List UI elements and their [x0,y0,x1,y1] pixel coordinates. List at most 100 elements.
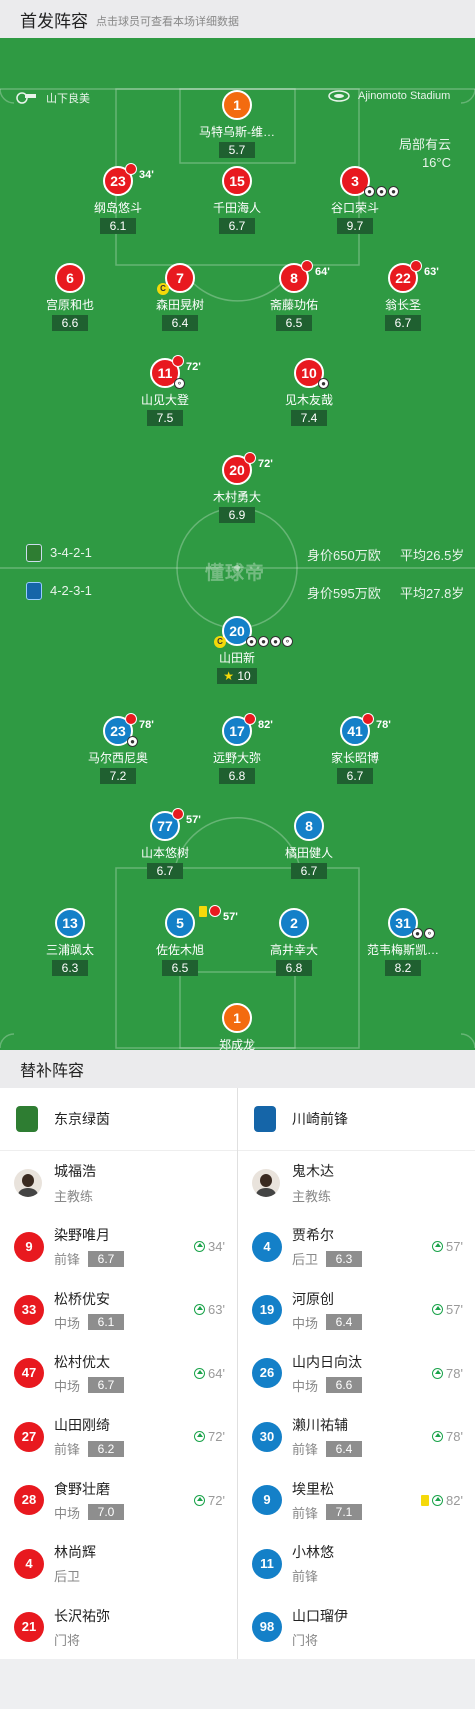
player-home[interactable]: 8 64' 斋藤功佑 6.5 [239,260,349,332]
goal-icon: ● [127,736,138,747]
sub-off-icon [172,808,184,820]
sub-player-rating: 6.4 [326,1314,363,1331]
sub-player-position: 中场 [54,1505,81,1521]
subs-header: 替补阵容 [0,1050,475,1088]
assist-icon: ⚬ [424,928,435,939]
player-home[interactable]: 10 ● 见木友哉 7.4 [254,358,364,427]
player-away[interactable]: 13 三浦飒太 6.3 [15,908,125,977]
rating-wrap: 5.7 [182,140,292,159]
player-away[interactable]: 2 高井幸大 6.8 [239,908,349,977]
sub-player-meta: 前锋 7.1 [292,1503,363,1522]
sub-player-row[interactable]: 11 小林悠 前锋 [238,1532,475,1595]
player-away[interactable]: 5 57' 佐佐木旭 6.5 [125,905,238,977]
sub-on: 57' [432,1302,463,1317]
player-name: 家长昭博 [330,751,379,765]
player-home[interactable]: 7 C 森田晃树 6.4 [125,263,235,332]
sub-player-row[interactable]: 98 山口瑠伊 门将 [238,1595,475,1658]
player-number-badge: 23 78' ● [103,713,154,747]
home-team-row[interactable]: 东京绿茵 [0,1088,237,1151]
player-home[interactable]: 15 千田海人 6.7 [182,166,292,235]
rating-wrap: 6.7 [182,216,292,235]
sub-player-row[interactable]: 19 河原创 中场 6.4 57' [238,1278,475,1341]
sub-player-name: 濑川祐辅 [292,1417,348,1434]
sub-off-icon [362,713,374,725]
sub-player-rating: 6.7 [88,1250,125,1267]
sub-player-row[interactable]: 47 松村优太 中场 6.7 64' [0,1342,237,1405]
player-away[interactable]: 20 C ● ● ● ⚬ 山田新 ★ 10 [182,616,293,685]
player-rating: 7.5 [147,410,183,426]
sub-player-row[interactable]: 27 山田刚绮 前锋 6.2 72' [0,1405,237,1468]
sub-player-row[interactable]: 4 贾希尔 后卫 6.3 57' [238,1215,475,1278]
referee-name: 山下良美 [46,93,90,105]
rating-wrap: 7.4 [254,408,364,427]
away-crest-icon [26,582,42,600]
away-team-row[interactable]: 川崎前锋 [238,1088,475,1151]
player-name: 斋藤功佑 [269,298,318,312]
player-home[interactable]: 20 72' 木村勇大 6.9 [182,452,292,524]
goal-icon: ● [270,636,281,647]
sub-player-position: 中场 [292,1378,319,1394]
rating-wrap: 6.6 [15,313,125,332]
sub-minute: 78' [376,719,391,731]
sub-player-rating: 6.3 [326,1250,363,1267]
sub-player-row[interactable]: 28 食野壮磨 中场 7.0 72' [0,1469,237,1532]
player-name: 佐佐木旭 [155,943,204,957]
player-number-badge: 13 [55,908,85,938]
player-away[interactable]: 1郑成龙6.0 [182,1003,292,1050]
player-rating: 6.1 [100,218,136,234]
player-number: 10 [301,365,317,381]
player-away[interactable]: 8 橘田健人 6.7 [254,811,364,880]
sub-number-badge: 11 [252,1548,282,1579]
sub-player-meta: 门将 [292,1630,348,1649]
sub-player-name: 长沢祐弥 [54,1607,110,1624]
yellow-card-icon [421,1494,430,1506]
player-events: ● [127,736,138,747]
rating-value: 7.4 [300,411,318,425]
player-away[interactable]: 17 82' 远野大弥 6.8 [182,713,292,785]
player-name: 谷口荣斗 [330,201,379,215]
sub-player-row[interactable]: 30 濑川祐辅 前锋 6.4 78' [238,1405,475,1468]
away-formation: 4-2-3-1 [50,583,92,598]
sub-player-text: 濑川祐辅 前锋 6.4 [292,1415,363,1458]
avatar [252,1169,280,1197]
player-away[interactable]: 41 78' 家长昭博 6.7 [300,713,410,785]
sub-player-meta: 门将 [54,1630,110,1649]
sub-player-text: 染野唯月 前锋 6.7 [54,1225,125,1268]
player-away[interactable]: 77 57' 山本悠树 6.7 [110,808,220,880]
sub-minute: 78' [139,719,154,731]
sub-player-row[interactable]: 9 染野唯月 前锋 6.7 34' [0,1215,237,1278]
sub-on-icon [432,1304,444,1316]
rating-wrap: 6.8 [182,766,292,785]
player-number: 23 [110,723,126,739]
lineup-title: 首发阵容 [20,11,88,31]
home-coach[interactable]: 城福浩 主教练 [0,1151,237,1215]
player-home[interactable]: 3 ● ● ● 谷口荣斗 9.7 [300,166,410,235]
sub-on: 64' [194,1366,225,1381]
player-away[interactable]: 23 78' ● 马尔西尼奥 7.2 [63,713,173,785]
sub-number-badge: 27 [14,1421,44,1452]
player-home[interactable]: 22 63' 翁长圣 6.7 [348,260,458,332]
captain-icon: C [214,636,226,648]
player-away[interactable]: 31 ● ⚬ 范韦梅斯凯… 8.2 [348,908,458,977]
player-home[interactable]: 11 72' ⚬ 山见大登 7.5 [110,355,220,427]
player-rating: 6.7 [337,768,373,784]
sub-player-position: 中场 [54,1378,81,1394]
away-coach[interactable]: 鬼木达 主教练 [238,1151,475,1215]
sub-player-row[interactable]: 4 林尚辉 后卫 [0,1532,237,1595]
sub-player-rating: 6.1 [88,1314,125,1331]
player-home[interactable]: 23 34' 纲岛悠斗 6.1 [63,163,173,235]
player-events: ● ● ● ⚬ [246,636,293,647]
sub-player-row[interactable]: 9 埃里松 前锋 7.1 82' [238,1469,475,1532]
player-number: 2 [290,915,298,931]
sub-player-row[interactable]: 21 长沢祐弥 门将 [0,1595,237,1658]
player-rating: 5.7 [219,142,255,158]
mvp-star-icon: ★ [223,669,238,683]
sub-player-row[interactable]: 26 山内日向汰 中场 6.6 78' [238,1342,475,1405]
sub-player-row[interactable]: 33 松桥优安 中场 6.1 63' [0,1278,237,1341]
sub-off-icon [244,713,256,725]
sub-on: 63' [194,1302,225,1317]
player-home[interactable]: 6 宫原和也 6.6 [15,263,125,332]
sub-minute: 63' [424,266,439,278]
player-home[interactable]: 1 马特乌斯-维… 5.7 [182,90,292,159]
sub-player-name: 松桥优安 [54,1290,110,1307]
